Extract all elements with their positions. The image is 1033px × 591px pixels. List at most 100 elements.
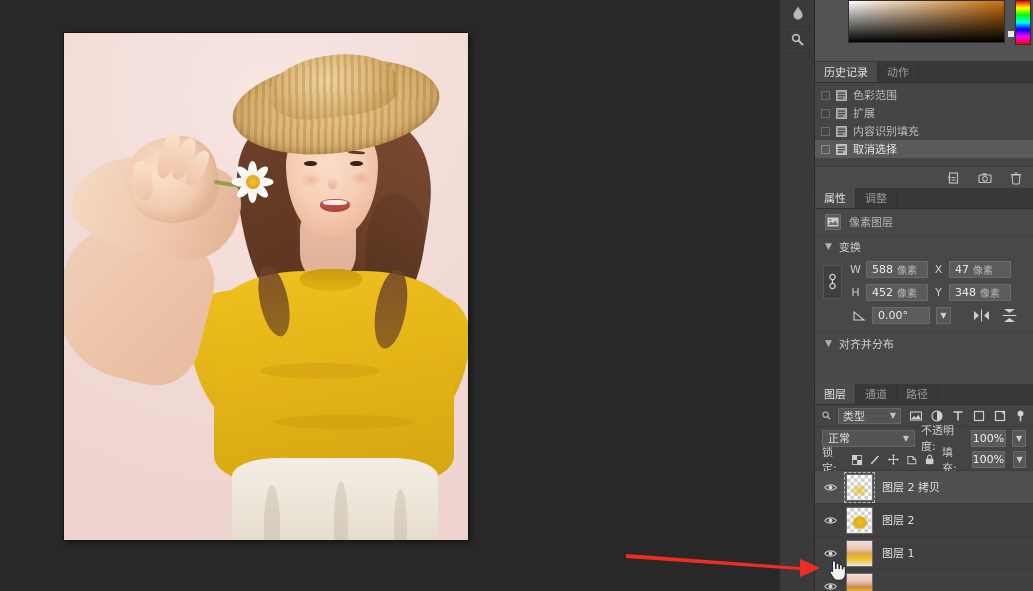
fill-input[interactable]: 100%	[971, 451, 1006, 468]
search-icon[interactable]	[822, 410, 831, 421]
color-panel[interactable]	[815, 0, 1033, 62]
layer-name: 图层 2	[882, 514, 915, 527]
height-input[interactable]: 452 像素	[866, 284, 928, 301]
color-field[interactable]	[848, 0, 1005, 43]
layer-kind-label: 像素图层	[849, 216, 893, 229]
lock-image-icon[interactable]	[870, 454, 880, 466]
history-footer	[815, 166, 1033, 188]
tab-channels[interactable]: 通道	[856, 384, 897, 404]
layer-name: 图层 2 拷贝	[882, 481, 940, 494]
fill-dropdown-caret[interactable]: ▼	[1013, 451, 1026, 468]
layer-list[interactable]: 图层 2 拷贝 图层 2 图层 1	[815, 471, 1033, 591]
tool-column	[780, 0, 815, 591]
tab-properties[interactable]: 属性	[815, 188, 856, 208]
history-item[interactable]: 色彩范围	[815, 86, 1033, 104]
x-value: 47	[955, 263, 969, 276]
layer-visibility-toggle[interactable]	[823, 549, 837, 558]
history-snapshot-checkbox[interactable]	[821, 108, 830, 118]
smart-object-filter-icon[interactable]	[994, 410, 1006, 422]
layer-row[interactable]	[815, 570, 1033, 591]
adjustment-filter-icon[interactable]	[931, 409, 943, 422]
history-item[interactable]: 内容识别填充	[815, 122, 1033, 140]
shirt-fold	[274, 415, 414, 429]
dodge-tool-button[interactable]	[780, 27, 815, 54]
filter-kind-select[interactable]: 类型 ▼	[837, 407, 901, 424]
tab-layers[interactable]: 图层	[815, 384, 856, 404]
link-aspect-ratio-button[interactable]	[823, 265, 842, 299]
layer-row[interactable]: 图层 1	[815, 537, 1033, 570]
layer-row[interactable]: 图层 2 拷贝	[815, 471, 1033, 504]
layer-thumbnail[interactable]	[846, 539, 873, 567]
cheek-left	[300, 173, 322, 187]
angle-dropdown-caret[interactable]: ▼	[936, 307, 951, 324]
layer-thumbnail[interactable]	[846, 572, 873, 591]
layer-visibility-toggle[interactable]	[823, 582, 837, 591]
history-snapshot-checkbox[interactable]	[821, 144, 830, 154]
lock-all-icon[interactable]	[925, 453, 934, 466]
history-item-label: 色彩范围	[853, 89, 897, 102]
align-distribute-section-header[interactable]: ▼ 对齐并分布	[815, 332, 1033, 354]
pixel-filter-icon[interactable]	[910, 410, 922, 422]
layers-tabbar: 图层 通道 路径	[815, 384, 1033, 405]
layer-thumbnail[interactable]	[844, 471, 875, 503]
history-item[interactable]: 扩展	[815, 104, 1033, 122]
pixel-layer-icon	[825, 214, 841, 230]
y-value: 348	[955, 286, 976, 299]
lock-position-icon[interactable]	[887, 453, 899, 466]
width-input[interactable]: 588 像素	[866, 261, 928, 278]
hue-marker[interactable]	[1007, 30, 1015, 38]
opacity-dropdown-caret[interactable]: ▼	[1012, 429, 1026, 447]
eye-icon	[823, 549, 837, 557]
lock-artboard-icon[interactable]	[907, 454, 917, 466]
new-snapshot-camera-icon[interactable]	[978, 171, 992, 185]
history-snapshot-checkbox[interactable]	[821, 90, 830, 100]
height-value: 452	[872, 286, 893, 299]
filter-kind-label: 类型	[842, 409, 865, 423]
flip-horizontal-icon[interactable]	[973, 309, 990, 322]
eye-icon	[823, 483, 837, 491]
angle-input[interactable]: 0.00°	[872, 307, 930, 324]
transform-fields: W 588 像素 X 47 像素 H 452 像素 Y 348 像素 0.00°…	[850, 261, 1025, 324]
layer-row[interactable]: 图层 2	[815, 504, 1033, 537]
delete-state-trash-icon[interactable]	[1009, 171, 1023, 185]
lock-transparency-icon[interactable]	[851, 454, 862, 466]
transform-section-label: 变换	[838, 240, 861, 254]
new-document-from-state-icon[interactable]	[947, 171, 961, 185]
blur-tool-button[interactable]	[780, 0, 815, 27]
shape-filter-icon[interactable]	[973, 410, 985, 422]
chevron-down-icon: ▼	[902, 433, 909, 443]
history-list[interactable]: 色彩范围 扩展 内容识别填充 取消选择	[815, 83, 1033, 166]
filter-toggle-icon[interactable]	[1015, 410, 1026, 422]
flip-vertical-icon[interactable]	[1002, 308, 1017, 323]
shirt-collar	[300, 269, 362, 291]
eye-icon	[823, 582, 837, 590]
eye-right	[350, 161, 363, 166]
chevron-down-icon: ▼	[889, 411, 896, 420]
layer-visibility-toggle[interactable]	[823, 483, 837, 492]
history-item-selected[interactable]: 取消选择	[815, 140, 1033, 158]
chevron-down-icon: ▼	[825, 241, 832, 252]
tab-actions[interactable]: 动作	[878, 62, 919, 82]
align-distribute-label: 对齐并分布	[838, 337, 894, 351]
tab-paths[interactable]: 路径	[897, 384, 938, 404]
layer-thumbnail[interactable]	[846, 506, 873, 534]
history-snapshot-checkbox[interactable]	[821, 126, 830, 136]
dodge-tool-icon	[791, 33, 803, 46]
layer-visibility-toggle[interactable]	[823, 516, 837, 525]
width-label: W	[850, 263, 861, 276]
y-input[interactable]: 348 像素	[949, 284, 1011, 301]
properties-header: 像素图层	[815, 209, 1033, 235]
chain-link-icon	[829, 273, 836, 290]
tab-history[interactable]: 历史记录	[815, 62, 878, 82]
tab-adjustments[interactable]: 调整	[856, 188, 897, 208]
history-state-icon	[836, 125, 847, 137]
transform-section-header[interactable]: ▼ 变换	[815, 235, 1033, 257]
type-filter-icon[interactable]	[952, 410, 964, 422]
x-input[interactable]: 47 像素	[949, 261, 1011, 278]
height-unit: 像素	[897, 289, 917, 300]
hue-strip[interactable]	[1015, 0, 1031, 45]
canvas-area[interactable]	[0, 0, 780, 591]
opacity-input[interactable]: 100%	[970, 429, 1007, 447]
document-canvas[interactable]	[64, 33, 468, 540]
layers-panel: 图层 通道 路径 类型 ▼ 正常 ▼ 不透明度: 100% ▼ 锁定: 填充: …	[815, 384, 1033, 591]
